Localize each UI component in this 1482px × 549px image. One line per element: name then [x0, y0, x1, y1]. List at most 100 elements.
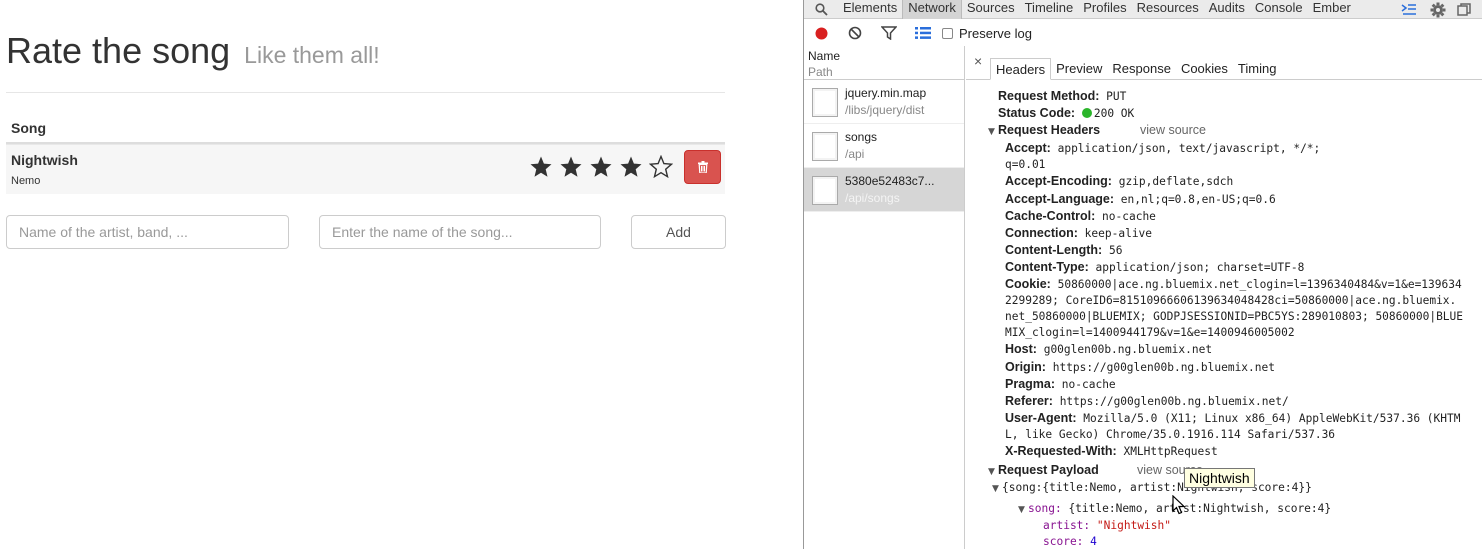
- header-row: Host: g00glen00b.ng.bluemix.net: [966, 341, 1482, 358]
- star-filled[interactable]: [586, 154, 616, 180]
- document-icon: [812, 88, 838, 117]
- preserve-log-toggle[interactable]: Preserve log: [942, 26, 1032, 41]
- status-ok-icon: [1081, 108, 1092, 119]
- header-value: keep-alive: [1084, 226, 1153, 240]
- tab-ember[interactable]: Ember: [1308, 0, 1356, 19]
- status-code-row: Status Code: 200 OK: [966, 105, 1482, 122]
- status-code-value: 200 OK: [1093, 107, 1135, 121]
- tab-resources[interactable]: Resources: [1132, 0, 1204, 19]
- expand-triangle-icon: ▼: [988, 467, 995, 478]
- header-row: Cache-Control: no-cache: [966, 208, 1482, 225]
- request-payload-label: Request Payload: [998, 463, 1099, 478]
- header-row: Content-Length: 56: [966, 242, 1482, 259]
- request-item[interactable]: 5380e52483c7... /api/songs: [804, 168, 964, 212]
- devtools-tabs: Elements Network Sources Timeline Profiles Re…: [838, 0, 1356, 19]
- star-rating: [526, 154, 676, 180]
- devtools-tabbar: Elements Network Sources Timeline Profiles Re…: [804, 0, 1482, 19]
- request-items: jquery.min.map/libs/jquery/dist songs/api…: [804, 80, 964, 212]
- header-key: Origin:: [1005, 359, 1046, 374]
- star-filled[interactable]: [556, 154, 586, 180]
- star-empty[interactable]: [646, 154, 676, 180]
- tab-response[interactable]: Response: [1107, 58, 1176, 79]
- tab-audits[interactable]: Audits: [1204, 0, 1250, 19]
- request-path: /libs/jquery/dist: [845, 103, 925, 117]
- preserve-log-checkbox[interactable]: [942, 27, 953, 39]
- large-rows-button[interactable]: [906, 20, 940, 46]
- star-filled[interactable]: [616, 154, 646, 180]
- header-row: Accept-Language: en,nl;q=0.8,en-US;q=0.6: [966, 191, 1482, 208]
- expand-triangle-icon: ▼: [992, 484, 999, 495]
- song-title: Nightwish: [11, 152, 78, 168]
- tab-headers[interactable]: Headers: [990, 58, 1052, 80]
- song-table: Song Nightwish Nemo: [6, 112, 725, 194]
- tab-timing[interactable]: Timing: [1233, 58, 1282, 79]
- star-filled[interactable]: [526, 154, 556, 180]
- header-rows: Accept: application/json, text/javascrip…: [966, 140, 1482, 460]
- list-view-icon: [915, 27, 931, 39]
- tab-network[interactable]: Network: [902, 0, 962, 19]
- page-title-text: Rate the song: [6, 30, 231, 71]
- header-row: Accept-Encoding: gzip,deflate,sdch: [966, 173, 1482, 190]
- header-key: Pragma:: [1005, 376, 1056, 391]
- column-name[interactable]: Name: [808, 48, 960, 64]
- header-key: Content-Type:: [1005, 259, 1089, 274]
- artist-input-placeholder: Name of the artist, band, ...: [19, 224, 188, 240]
- song-artist: Nemo: [11, 175, 41, 187]
- request-path: /api/songs: [845, 191, 900, 205]
- header-key: Accept-Language:: [1005, 191, 1115, 206]
- header-key: Connection:: [1005, 225, 1078, 240]
- inspect-icon[interactable]: [804, 0, 838, 19]
- filter-button[interactable]: [872, 20, 906, 46]
- header-key: Host:: [1005, 342, 1037, 357]
- request-path: /api: [845, 147, 865, 161]
- header-value: https://g00glen00b.ng.bluemix.net/: [1059, 394, 1289, 408]
- record-icon: [815, 27, 827, 39]
- header-row: MIX_clogin=l=1400944179&v=1&e=1400946005…: [966, 325, 1482, 341]
- list-indent-icon: [1401, 3, 1416, 15]
- payload-fields: artist: "Nightwish"score: 4title: "Nemo": [966, 518, 1482, 549]
- header-row: X-Requested-With: XMLHttpRequest: [966, 443, 1482, 460]
- undock-button[interactable]: [1453, 0, 1475, 19]
- payload-summary: {song:{title:Nemo, artist:Nightwish, sco…: [1002, 481, 1312, 495]
- header-value: application/json, text/javascript, */*;: [1057, 142, 1321, 156]
- header-value: Mozilla/5.0 (X11; Linux x86_64) AppleWeb…: [1083, 411, 1461, 425]
- preserve-log-label: Preserve log: [959, 25, 1032, 41]
- payload-field-value: 4: [1090, 535, 1097, 549]
- tab-preview[interactable]: Preview: [1051, 58, 1107, 79]
- tab-cookies[interactable]: Cookies: [1176, 58, 1233, 79]
- record-button[interactable]: [804, 20, 838, 46]
- tab-timeline[interactable]: Timeline: [1020, 0, 1079, 19]
- payload-field-row: score: 4: [966, 534, 1482, 549]
- mouse-cursor-icon: [1172, 495, 1185, 515]
- request-headers-section[interactable]: ▼ Request Headers view source: [966, 122, 1482, 140]
- tab-elements[interactable]: Elements: [838, 0, 902, 19]
- header-value: g00glen00b.ng.bluemix.net: [1043, 343, 1213, 357]
- tab-sources[interactable]: Sources: [962, 0, 1020, 19]
- tab-console[interactable]: Console: [1250, 0, 1308, 19]
- request-item[interactable]: songs/api: [804, 124, 964, 168]
- artist-input[interactable]: Name of the artist, band, ...: [6, 215, 289, 249]
- payload-song-row[interactable]: ▼ song: {title:Nemo, artist:Nightwish, sc…: [966, 501, 1482, 518]
- header-key: Content-Length:: [1005, 242, 1103, 257]
- view-source-link[interactable]: view source: [1140, 122, 1206, 138]
- header-value: L, like Gecko) Chrome/35.0.1916.114 Safa…: [1005, 427, 1336, 441]
- delete-song-button[interactable]: [684, 150, 721, 184]
- request-method-row: Request Method: PUT: [966, 88, 1482, 105]
- song-input[interactable]: Enter the name of the song...: [319, 215, 601, 249]
- star-filled-icon: [590, 156, 612, 177]
- close-detail-icon[interactable]: ×: [974, 53, 982, 69]
- settings-gear[interactable]: [1427, 0, 1449, 19]
- header-row: L, like Gecko) Chrome/35.0.1916.114 Safa…: [966, 427, 1482, 443]
- star-filled-icon: [620, 156, 642, 177]
- status-code-label: Status Code:: [998, 106, 1076, 121]
- header-value: gzip,deflate,sdch: [1118, 175, 1234, 189]
- tab-profiles[interactable]: Profiles: [1078, 0, 1131, 19]
- request-item[interactable]: jquery.min.map/libs/jquery/dist: [804, 80, 964, 124]
- payload-field-key: score:: [1043, 535, 1084, 549]
- drawer-icon[interactable]: [1398, 0, 1420, 19]
- add-button[interactable]: Add: [631, 215, 726, 249]
- request-list-header: Name Path: [804, 46, 964, 80]
- clear-button[interactable]: [838, 20, 872, 46]
- header-row: q=0.01: [966, 157, 1482, 173]
- devtools-panel: Elements Network Sources Timeline Profiles Re…: [803, 0, 1482, 549]
